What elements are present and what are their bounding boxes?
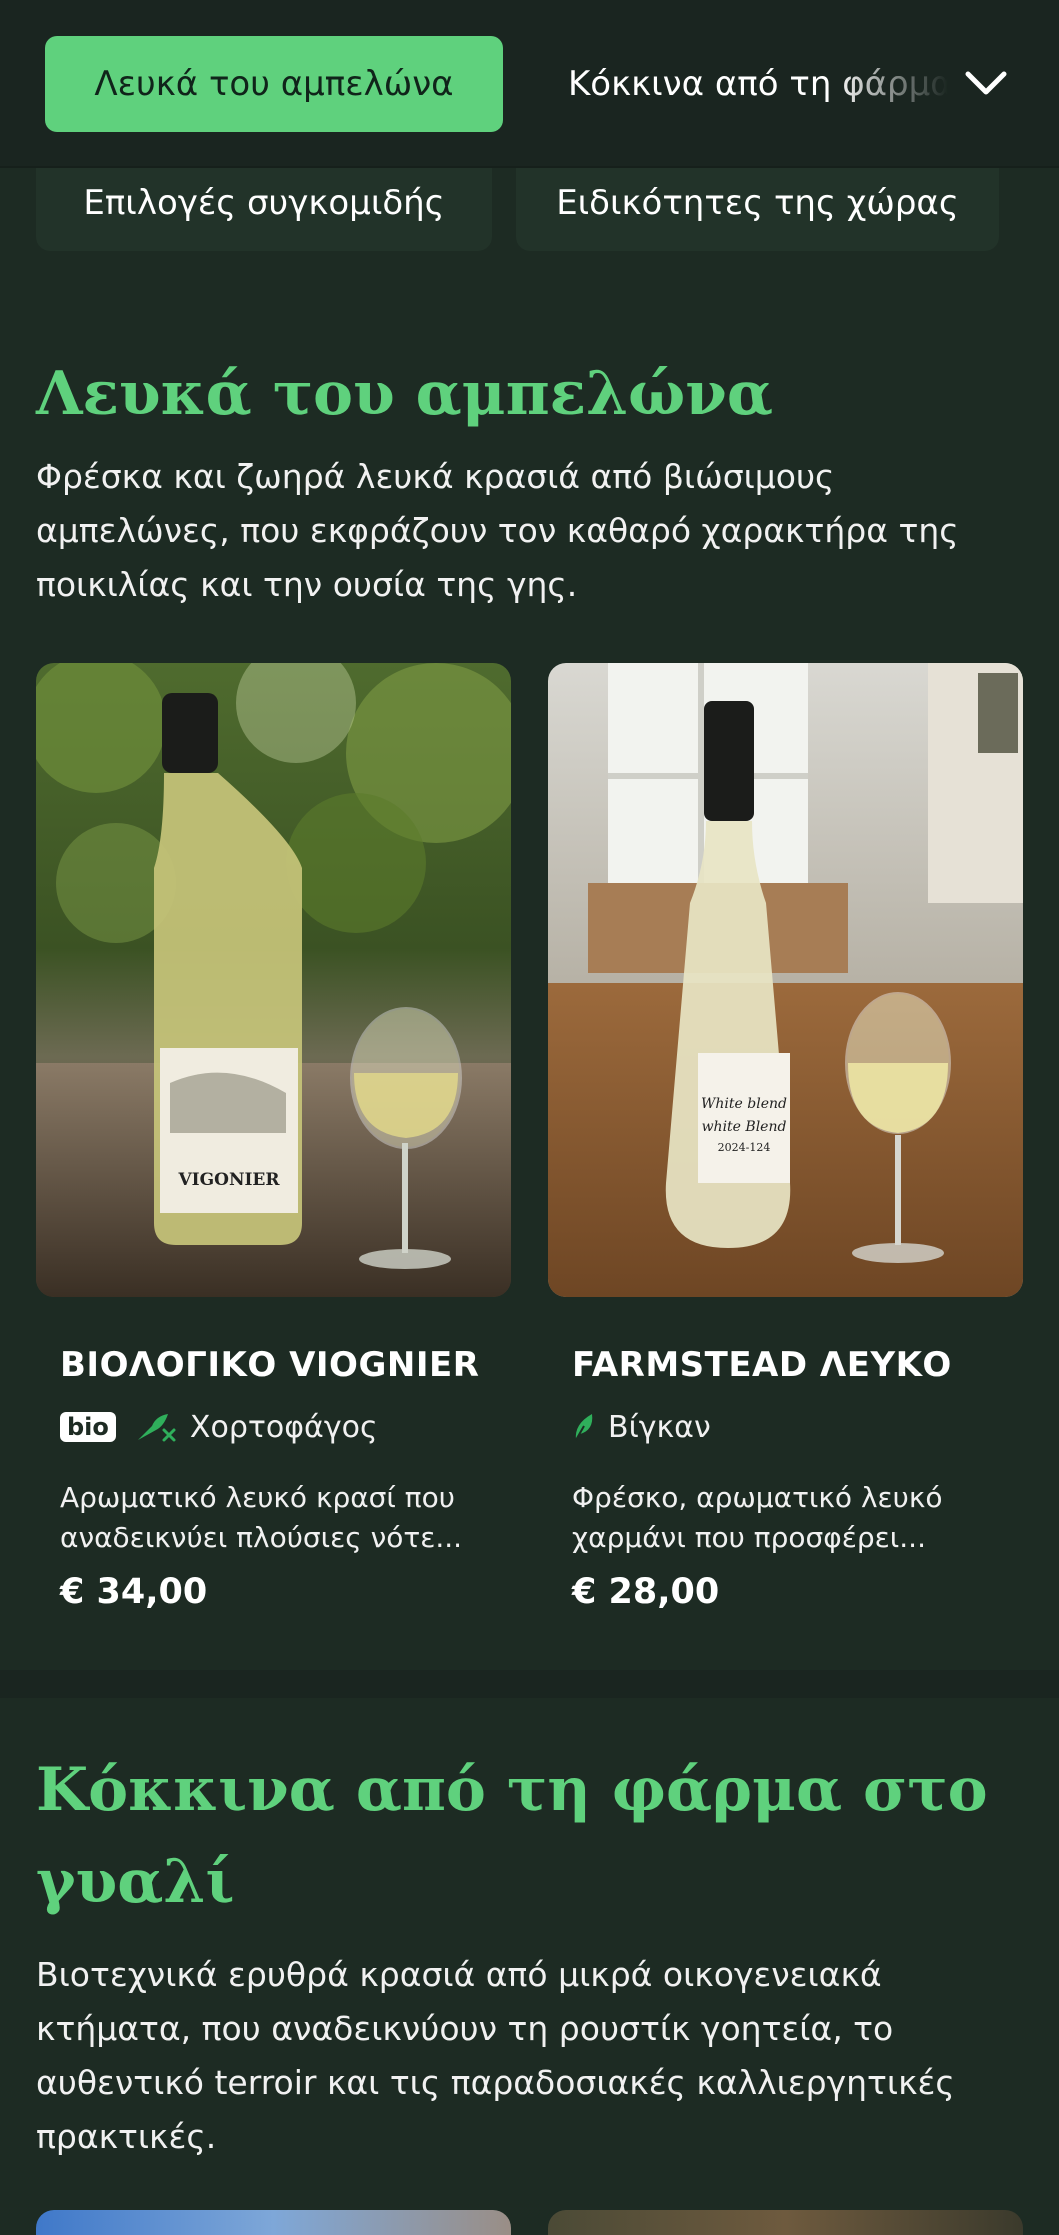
section-description-reds: Βιοτεχνικά ερυθρά κρασιά από μικρά οικογ… xyxy=(36,1955,955,2156)
diet-label: Χορτοφάγος xyxy=(189,1409,378,1445)
section-title-reds: Κόκκινα από τη φάρμα στο γυαλί xyxy=(36,1755,988,1917)
svg-text:2024-124: 2024-124 xyxy=(718,1141,771,1154)
product-price: € 28,00 xyxy=(572,1572,720,1612)
category-tab-harvest-picks[interactable]: Επιλογές συγκομιδής xyxy=(36,165,492,251)
product-image-farmstead-white[interactable]: White blend white Blend 2024-124 xyxy=(548,663,1023,1297)
bio-badge: bio xyxy=(60,1412,116,1442)
product-image-red-1[interactable] xyxy=(36,2210,511,2235)
vegetarian-icon xyxy=(137,1414,176,1442)
category-tab-whites[interactable]: Λευκά του αμπελώνα xyxy=(45,36,503,132)
product-name[interactable]: ΒΙΟΛΟΓΙΚΟ VIOGNIER xyxy=(60,1345,479,1385)
category-tab-reds[interactable]: Κόκκινα από τη φάρμα στο γυαλί xyxy=(568,36,948,132)
svg-text:white Blend: white Blend xyxy=(702,1119,787,1135)
product-badges: Βίγκαν xyxy=(572,1405,711,1449)
category-tab-country-specialties[interactable]: Ειδικότητες της χώρας xyxy=(516,165,999,251)
product-image-viognier[interactable]: VIGONIER xyxy=(36,663,511,1297)
svg-text:VIGONIER: VIGONIER xyxy=(177,1170,280,1190)
chevron-down-icon[interactable] xyxy=(962,62,1010,106)
section-description-whites: Φρέσκα και ζωηρά λευκά κρασιά από βιώσιμ… xyxy=(36,457,959,604)
product-description: Φρέσκο, αρωματικό λευκό χαρμάνι που προσ… xyxy=(572,1481,943,1554)
product-name[interactable]: FARMSTEAD ΛΕΥΚΟ xyxy=(572,1345,952,1385)
product-image-red-2[interactable] xyxy=(548,2210,1023,2235)
section-title-whites: Λευκά του αμπελώνα xyxy=(36,359,774,429)
product-badges: bio Χορτοφάγος xyxy=(60,1405,378,1449)
vegan-leaf-icon xyxy=(575,1414,593,1441)
diet-label: Βίγκαν xyxy=(608,1409,711,1445)
product-description: Αρωματικό λευκό κρασί που αναδεικνύει πλ… xyxy=(60,1481,463,1554)
product-price: € 34,00 xyxy=(60,1572,208,1612)
svg-text:White blend: White blend xyxy=(701,1096,787,1112)
section-divider xyxy=(0,1670,1059,1698)
category-nav-bar: Λευκά του αμπελώνα Κόκκινα από τη φάρμα … xyxy=(0,0,1059,168)
